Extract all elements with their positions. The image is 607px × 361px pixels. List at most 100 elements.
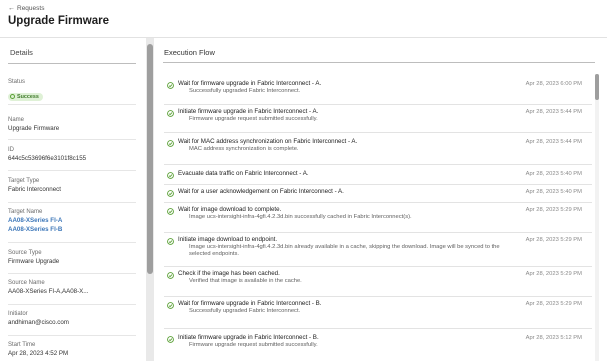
flow-entry-detail: Verified that image is available in the … — [189, 278, 302, 284]
flow-entry-time: Apr 28, 2023 5:29 PM — [525, 207, 582, 213]
flow-entry-time: Apr 28, 2023 5:40 PM — [525, 171, 582, 177]
flow-entry-time: Apr 28, 2023 6:00 PM — [525, 81, 582, 87]
status-label: Status — [8, 79, 26, 85]
breadcrumb-label: Requests — [17, 5, 45, 12]
flow-entry-divider — [164, 202, 592, 203]
name-label: Name — [8, 117, 25, 123]
check-circle-icon — [167, 208, 174, 215]
target-type-value: Fabric Interconnect — [8, 186, 61, 193]
target-type-label: Target Type — [8, 178, 40, 184]
status-field: Status Success — [8, 78, 136, 104]
source-name-value: AA08-XSeries FI-A,AA08-X... — [8, 288, 89, 295]
flow-entry-divider — [164, 104, 592, 105]
source-type-value: Firmware Upgrade — [8, 258, 60, 265]
flow-entry-divider — [164, 328, 592, 329]
flow-entry-time: Apr 28, 2023 5:44 PM — [525, 139, 582, 145]
breadcrumb-requests[interactable]: ← Requests — [8, 5, 44, 12]
check-circle-icon — [167, 172, 174, 179]
flow-entry-divider — [164, 296, 592, 297]
field-divider — [8, 170, 136, 171]
flow-entry-divider — [164, 164, 592, 165]
check-circle-icon — [167, 336, 174, 343]
status-badge-text: Success — [17, 93, 39, 100]
flow-entry-detail: Image ucs-intersight-infra-4gfi.4.2.3d.b… — [189, 244, 500, 257]
page-title: Upgrade Firmware — [8, 15, 109, 27]
flow-entry-title: Wait for MAC address synchronization on … — [178, 138, 358, 145]
name-field: Name Upgrade Firmware — [8, 116, 136, 133]
flow-entry-text: Initiate firmware upgrade in Fabric Inte… — [178, 334, 508, 349]
field-divider — [8, 202, 136, 203]
id-label: ID — [8, 147, 14, 153]
flow-entry-text: Initiate image download to endpoint. Imag… — [178, 236, 508, 258]
flow-scrollbar[interactable] — [595, 74, 599, 361]
initiator-label: Initiator — [8, 311, 28, 317]
details-panel: Details Status Success Name Upgrade Firm… — [0, 38, 146, 361]
flow-entry-detail: MAC address synchronization is complete. — [189, 146, 299, 152]
source-type-field: Source Type Firmware Upgrade — [8, 249, 136, 266]
details-scrollbar[interactable] — [146, 38, 154, 361]
flow-entry-title: Wait for a user acknowledgement on Fabri… — [178, 188, 344, 195]
flow-entry-title: Evacuate data traffic on Fabric Intercon… — [178, 170, 309, 177]
flow-entry-title: Initiate image download to endpoint. — [178, 236, 278, 243]
check-circle-icon — [167, 110, 174, 117]
flow-entry-time: Apr 28, 2023 5:29 PM — [525, 237, 582, 243]
flow-entry-detail: Firmware upgrade request submitted succe… — [189, 116, 318, 122]
flow-entry-text: Wait for a user acknowledgement on Fabri… — [178, 188, 508, 196]
details-title: Details — [10, 48, 33, 57]
flow-entry-time: Apr 28, 2023 5:29 PM — [525, 271, 582, 277]
flow-entry-text: Wait for MAC address synchronization on … — [178, 138, 508, 153]
flow-entry-detail: Image ucs-intersight-infra-4gfi.4.2.3d.b… — [189, 214, 412, 220]
field-divider — [8, 104, 136, 105]
flow-scrollbar-thumb[interactable] — [595, 74, 599, 100]
source-name-field: Source Name AA08-XSeries FI-A,AA08-X... — [8, 279, 136, 296]
flow-entry-text: Evacuate data traffic on Fabric Intercon… — [178, 170, 508, 178]
execution-flow-panel: Execution Flow Wait for firmware upgrade… — [154, 38, 607, 361]
field-divider — [8, 304, 136, 305]
flow-entry-text: Wait for firmware upgrade in Fabric Inte… — [178, 80, 508, 95]
flow-entry-time: Apr 28, 2023 5:29 PM — [525, 301, 582, 307]
execution-flow-divider — [163, 62, 595, 63]
flow-entry-text: Initiate firmware upgrade in Fabric Inte… — [178, 108, 508, 123]
target-type-field: Target Type Fabric Interconnect — [8, 177, 136, 194]
flow-entry-divider — [164, 184, 592, 185]
flow-entry-time: Apr 28, 2023 5:40 PM — [525, 189, 582, 195]
field-divider — [8, 242, 136, 243]
check-circle-icon — [167, 190, 174, 197]
flow-entry-title: Wait for firmware upgrade in Fabric Inte… — [178, 300, 322, 307]
start-time-value: Apr 28, 2023 4:52 PM — [8, 350, 69, 357]
flow-entry-title: Check if the image has been cached. — [178, 270, 280, 277]
details-scrollbar-thumb[interactable] — [147, 44, 153, 274]
flow-entry-divider — [164, 266, 592, 267]
target-name-field: Target Name AA08-XSeries FI-A AA08-XSeri… — [8, 208, 136, 234]
flow-entry-title: Initiate firmware upgrade in Fabric Inte… — [178, 334, 319, 341]
name-value: Upgrade Firmware — [8, 125, 60, 132]
target-name-link[interactable]: AA08-XSeries FI-A — [8, 216, 136, 225]
flow-entry-title: Initiate firmware upgrade in Fabric Inte… — [178, 108, 319, 115]
source-type-label: Source Type — [8, 250, 42, 256]
start-time-field: Start Time Apr 28, 2023 4:52 PM — [8, 341, 136, 358]
flow-entry-text: Wait for firmware upgrade in Fabric Inte… — [178, 300, 508, 315]
start-time-label: Start Time — [8, 342, 36, 348]
arrow-left-icon: ← — [8, 5, 15, 12]
id-field: ID 644c5c53696f6e3101f8c155 — [8, 146, 136, 163]
target-name-link[interactable]: AA08-XSeries FI-B — [8, 225, 136, 234]
check-circle-icon — [167, 272, 174, 279]
field-divider — [8, 335, 136, 336]
flow-entry-detail: Successfully upgraded Fabric Interconnec… — [189, 88, 301, 94]
flow-entry-divider — [164, 132, 592, 133]
check-circle-icon — [167, 238, 174, 245]
flow-entry-text: Wait for image download to complete. Imag… — [178, 206, 508, 221]
page-header: ← Requests Upgrade Firmware — [0, 0, 607, 38]
initiator-value: andhiman@cisco.com — [8, 319, 69, 326]
flow-entry-detail: Firmware upgrade request submitted succe… — [189, 342, 318, 348]
field-divider — [8, 273, 136, 274]
check-circle-icon — [167, 302, 174, 309]
flow-entry-time: Apr 28, 2023 5:44 PM — [525, 109, 582, 115]
initiator-field: Initiator andhiman@cisco.com — [8, 310, 136, 327]
check-circle-icon — [167, 140, 174, 147]
details-divider — [8, 63, 136, 64]
flow-entry-detail: Successfully upgraded Fabric Interconnec… — [189, 308, 301, 314]
status-badge: Success — [8, 92, 43, 101]
id-value: 644c5c53696f6e3101f8c155 — [8, 155, 87, 162]
check-circle-icon — [167, 82, 174, 89]
